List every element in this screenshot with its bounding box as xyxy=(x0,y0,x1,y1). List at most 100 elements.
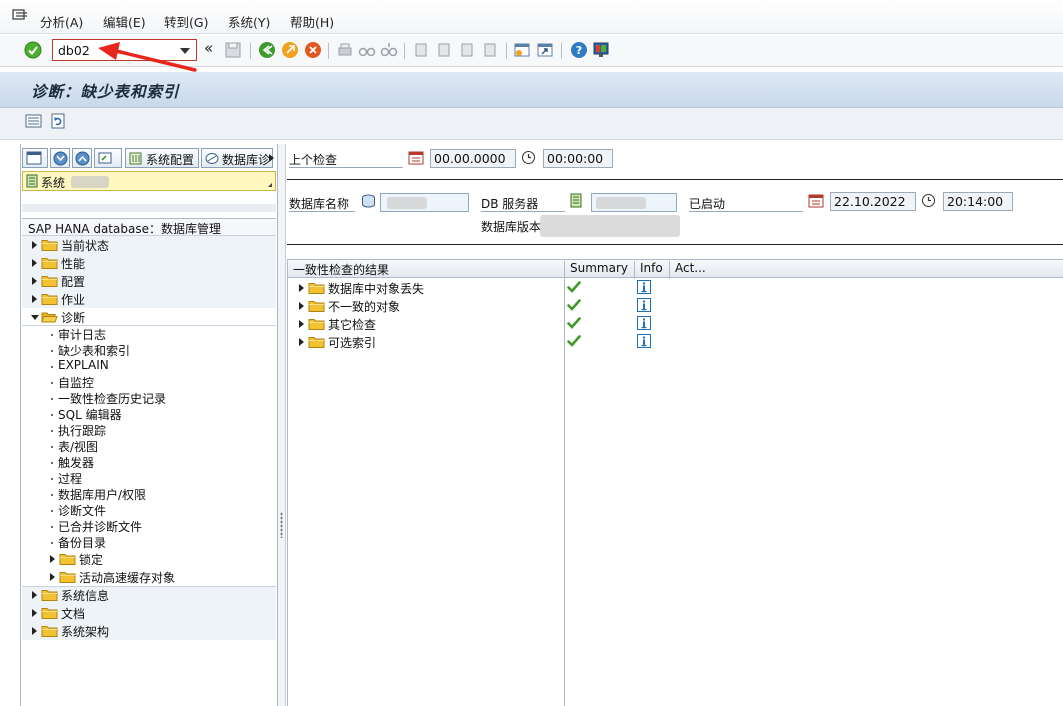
find-next-icon[interactable] xyxy=(380,41,398,59)
expand-arrow-icon[interactable] xyxy=(32,591,37,599)
expand-arrow-icon[interactable] xyxy=(32,295,37,303)
tree-item[interactable]: 系统架构 xyxy=(22,622,276,640)
find-icon[interactable] xyxy=(358,41,376,59)
calendar-icon[interactable] xyxy=(808,193,824,208)
expand-arrow-icon[interactable] xyxy=(32,277,37,285)
expand-arrow-icon[interactable] xyxy=(32,241,37,249)
label-underline xyxy=(289,167,403,168)
system-label: 系统 xyxy=(41,176,66,190)
table-row[interactable]: 数据库中对象丢失 xyxy=(288,279,1063,297)
tree-item[interactable]: 文档 xyxy=(22,604,276,622)
app-menu-icon[interactable] xyxy=(12,9,28,23)
info-icon[interactable] xyxy=(637,316,651,330)
tree-item[interactable]: 已合并诊断文件 xyxy=(22,518,276,534)
calendar-icon[interactable] xyxy=(408,150,424,165)
expand-arrow-icon[interactable] xyxy=(299,338,304,346)
clock-icon[interactable] xyxy=(921,193,936,208)
expand-arrow-icon[interactable] xyxy=(299,302,304,310)
server-icon xyxy=(570,193,582,208)
menu-item-edit[interactable]: 编辑(E) xyxy=(103,12,146,31)
check-ok-icon xyxy=(567,299,581,311)
table-row[interactable]: 可选索引 xyxy=(288,333,1063,351)
server-icon xyxy=(26,174,38,188)
tree-item[interactable]: 诊断文件 xyxy=(22,502,276,518)
last-page-icon[interactable] xyxy=(481,41,499,59)
tree-item[interactable]: 活动高速缓存对象 xyxy=(22,568,276,586)
menu-item-goto[interactable]: 转到(G) xyxy=(164,12,208,31)
db-diagnosis-button[interactable]: 数据库诊 xyxy=(201,148,273,168)
tree-item[interactable]: 过程 xyxy=(22,470,276,486)
expand-arrow-icon[interactable] xyxy=(32,609,37,617)
expand-arrow-icon[interactable] xyxy=(32,627,37,635)
export-icon xyxy=(98,152,112,164)
help-icon[interactable]: ? xyxy=(570,41,588,59)
expand-arrow-icon[interactable] xyxy=(299,284,304,292)
system-selector[interactable]: 系统 xyxy=(22,171,276,191)
tree-item[interactable]: 执行跟踪 xyxy=(22,422,276,438)
tree-item[interactable]: 诊断 xyxy=(22,308,276,326)
column-header-info[interactable]: Info xyxy=(635,261,670,279)
collapse-command-icon[interactable]: « xyxy=(204,39,213,57)
folder-icon xyxy=(41,240,58,251)
tree-item[interactable]: 备份目录 xyxy=(22,534,276,550)
expand-arrow-icon[interactable] xyxy=(50,555,55,563)
column-header-result[interactable]: 一致性检查的结果 xyxy=(288,261,565,279)
tree-item[interactable]: 数据库用户/权限 xyxy=(22,486,276,502)
cancel-icon[interactable] xyxy=(304,41,322,59)
save-icon[interactable] xyxy=(224,41,242,59)
expand-arrow-icon[interactable] xyxy=(32,259,37,267)
last-check-time-field: 00:00:00 xyxy=(543,149,613,168)
column-header-action[interactable]: Act... xyxy=(670,261,716,279)
result-item-label: 数据库中对象丢失 xyxy=(328,282,425,296)
expand-arrow-icon[interactable] xyxy=(50,573,55,581)
system-config-button[interactable]: 系统配置 xyxy=(125,148,199,168)
tree-item[interactable]: 一致性检查历史记录 xyxy=(22,390,276,406)
first-page-icon[interactable] xyxy=(412,41,430,59)
tree-item[interactable]: 触发器 xyxy=(22,454,276,470)
splitter-grip[interactable] xyxy=(280,512,283,538)
tree-item[interactable]: 锁定 xyxy=(22,550,276,568)
enter-check-icon[interactable] xyxy=(24,41,42,59)
section-divider xyxy=(287,179,1063,180)
chevron-right-icon[interactable] xyxy=(269,154,274,162)
tree-item[interactable]: EXPLAIN xyxy=(22,358,276,374)
tree-item[interactable]: 表/视图 xyxy=(22,438,276,454)
tree-item[interactable]: 配置 xyxy=(22,272,276,290)
shortcut-icon[interactable] xyxy=(536,41,554,59)
clock-icon[interactable] xyxy=(521,150,536,165)
collapse-arrow-icon[interactable] xyxy=(31,315,39,320)
exit-icon[interactable] xyxy=(281,41,299,59)
collapse-all-button[interactable] xyxy=(72,148,92,168)
tree-item[interactable]: SQL 编辑器 xyxy=(22,406,276,422)
menu-item-help[interactable]: 帮助(H) xyxy=(290,12,334,31)
tree-item[interactable]: 自监控 xyxy=(22,374,276,390)
expand-all-button[interactable] xyxy=(50,148,70,168)
folder-icon xyxy=(59,572,76,583)
tree-item[interactable]: 作业 xyxy=(22,290,276,308)
layout-settings-icon[interactable] xyxy=(592,41,610,59)
tree-item[interactable]: 性能 xyxy=(22,254,276,272)
table-row[interactable]: 其它检查 xyxy=(288,315,1063,333)
refresh-icon[interactable] xyxy=(50,113,67,129)
print-icon[interactable] xyxy=(336,41,354,59)
tree-item[interactable]: 系统信息 xyxy=(22,586,276,604)
info-icon[interactable] xyxy=(637,298,651,312)
new-session-icon[interactable] xyxy=(513,41,531,59)
expand-arrow-icon[interactable] xyxy=(299,320,304,328)
info-icon[interactable] xyxy=(637,334,651,348)
next-page-icon[interactable] xyxy=(458,41,476,59)
panel-splitter[interactable] xyxy=(278,144,286,706)
column-header-summary[interactable]: Summary xyxy=(565,261,635,279)
export-button[interactable] xyxy=(94,148,122,168)
menu-item-system[interactable]: 系统(Y) xyxy=(228,12,270,31)
previous-page-icon[interactable] xyxy=(435,41,453,59)
table-row[interactable]: 不一致的对象 xyxy=(288,297,1063,315)
info-icon[interactable] xyxy=(637,280,651,294)
back-icon[interactable] xyxy=(258,41,276,59)
layout-button[interactable] xyxy=(22,148,48,168)
tree-item[interactable]: 审计日志 xyxy=(22,326,276,342)
tree-item[interactable]: 当前状态 xyxy=(22,236,276,254)
list-view-icon[interactable] xyxy=(25,113,42,129)
menu-item-analysis[interactable]: 分析(A) xyxy=(40,12,83,31)
tree-item[interactable]: 缺少表和索引 xyxy=(22,342,276,358)
